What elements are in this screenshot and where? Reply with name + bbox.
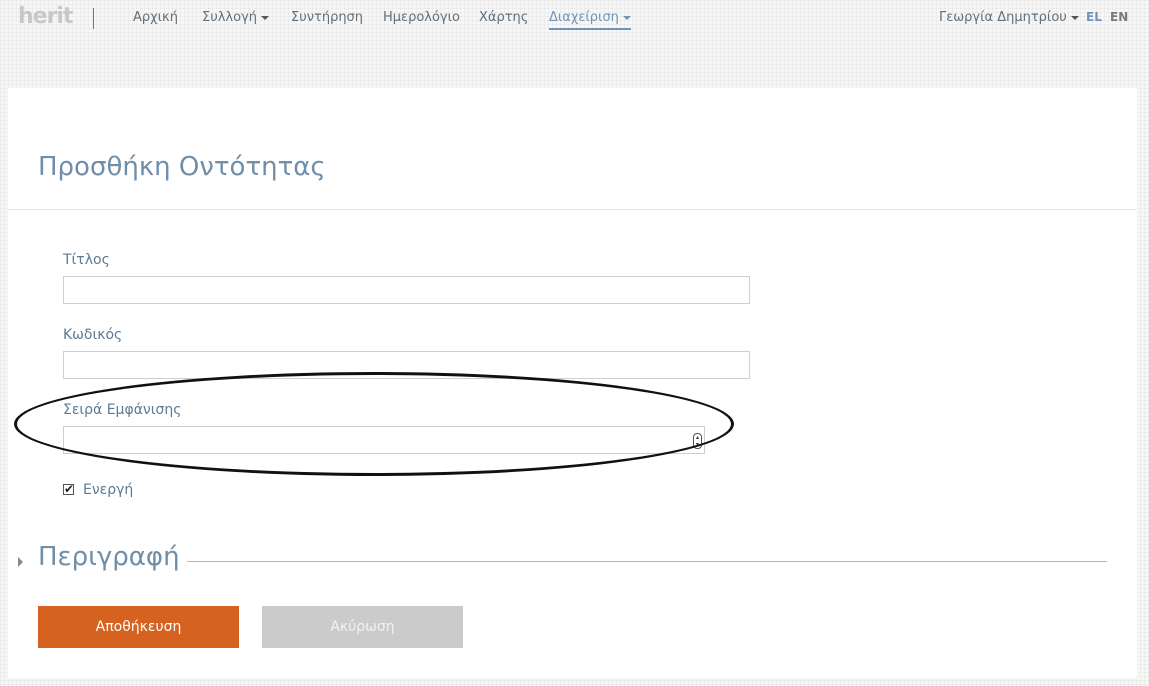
user-menu[interactable]: Γεωργία Δημητρίου: [939, 10, 1079, 25]
display-order-label: Σειρά Εμφάνισης: [63, 402, 182, 418]
nav-conservation[interactable]: Συντήρηση: [291, 10, 363, 25]
chevron-down-icon: [622, 15, 631, 20]
section-divider: [187, 561, 1107, 562]
active-label[interactable]: Ενεργή: [83, 482, 133, 498]
page-title: Προσθήκη Οντότητας: [38, 152, 326, 182]
nav-calendar[interactable]: Ημερολόγιο: [383, 10, 460, 25]
title-label: Τίτλος: [63, 252, 110, 268]
nav-collection[interactable]: Συλλογή: [202, 10, 270, 25]
active-checkbox[interactable]: ✔: [63, 483, 74, 495]
nav-map[interactable]: Χάρτης: [479, 10, 528, 25]
caret-right-icon[interactable]: [18, 557, 23, 567]
title-input[interactable]: [63, 276, 750, 304]
chevron-down-icon: [1070, 15, 1079, 20]
nav-administration[interactable]: Διαχείριση: [549, 10, 631, 30]
user-name: Γεωργία Δημητρίου: [939, 10, 1067, 25]
nav-administration-label: Διαχείριση: [549, 10, 619, 25]
lang-el[interactable]: EL: [1086, 10, 1102, 24]
herit-logo[interactable]: herit: [18, 4, 73, 29]
chevron-down-icon: [261, 15, 270, 20]
nav-collection-label: Συλλογή: [202, 10, 258, 25]
lang-en[interactable]: EN: [1110, 10, 1128, 24]
nav-home[interactable]: Αρχική: [133, 10, 178, 25]
display-order-input[interactable]: ▴ ▾: [63, 426, 705, 454]
code-label: Κωδικός: [63, 327, 123, 343]
top-navbar: herit Αρχική Συλλογή Συντήρηση Ημερολόγι…: [0, 0, 1149, 36]
cancel-button[interactable]: Ακύρωση: [262, 606, 463, 648]
header-divider: [8, 209, 1137, 210]
code-input[interactable]: [63, 351, 750, 379]
number-spinner-icon[interactable]: ▴ ▾: [693, 433, 702, 449]
logo-divider: [93, 8, 94, 29]
save-button[interactable]: Αποθήκευση: [38, 606, 239, 648]
description-section-title[interactable]: Περιγραφή: [38, 542, 180, 572]
form-panel: Προσθήκη Οντότητας Τίτλος Κωδικός Σειρά …: [8, 88, 1137, 678]
